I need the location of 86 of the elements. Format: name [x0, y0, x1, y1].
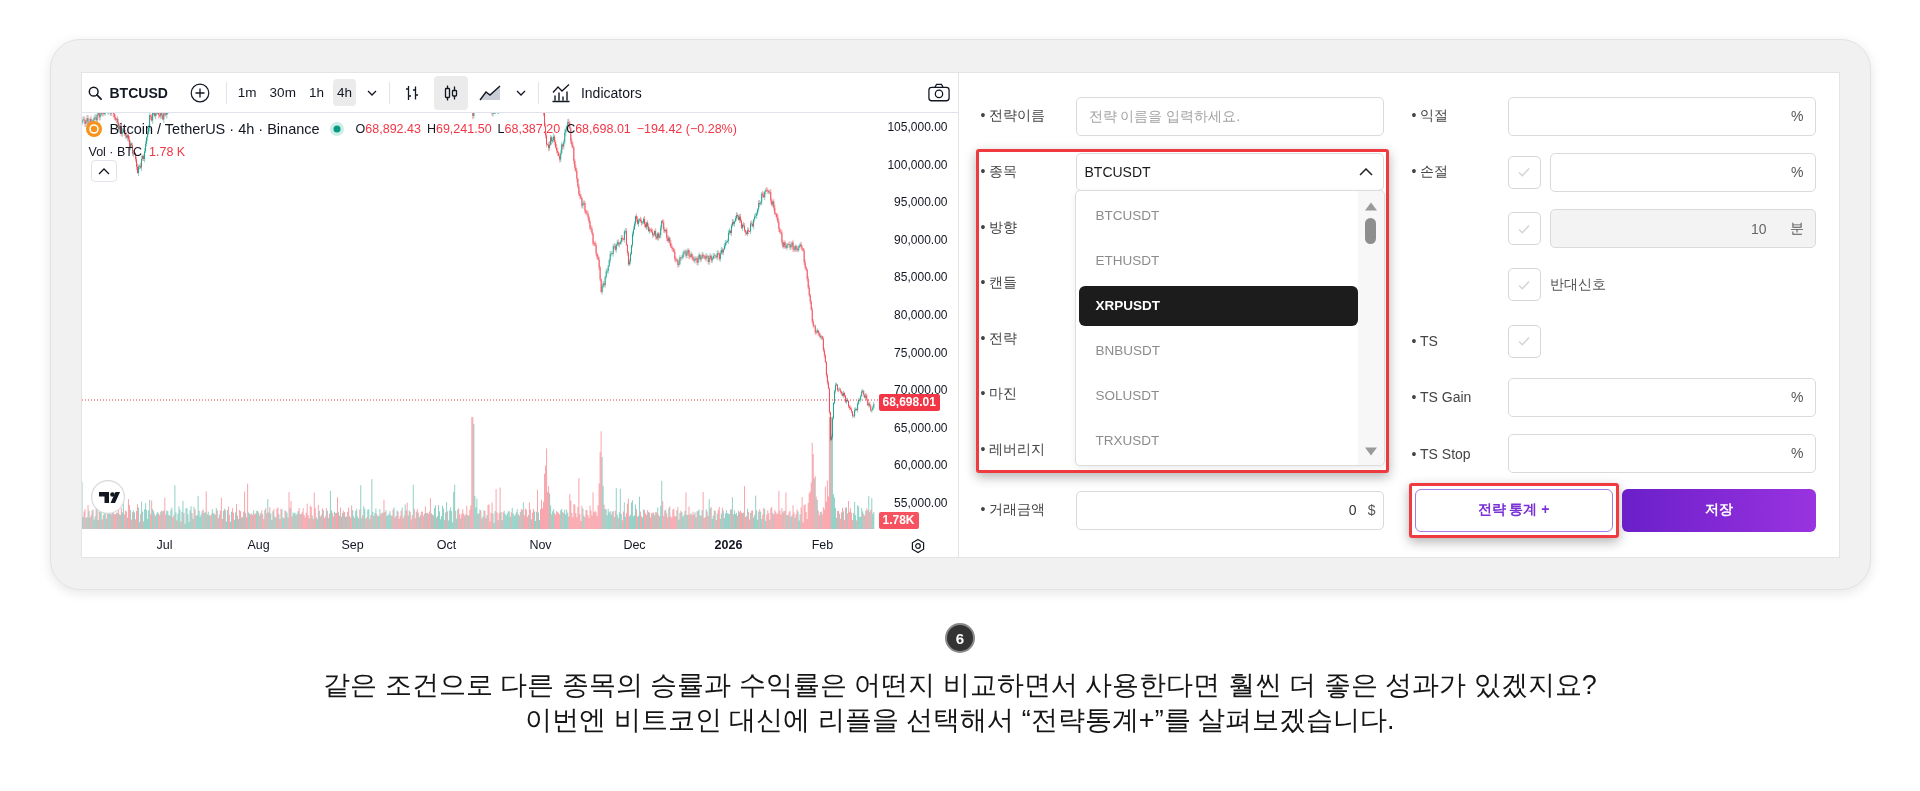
field-label: • TS Gain [1411, 389, 1473, 406]
field-label: • 전략이름 [980, 107, 1047, 125]
scrollbar-thumb[interactable] [1365, 218, 1376, 245]
area-chart-icon [478, 84, 501, 101]
dropdown-option[interactable]: BNBUSDT [1078, 328, 1358, 374]
timeframe-button[interactable]: 1m [233, 79, 261, 106]
chevron-up-icon [97, 167, 110, 175]
coin-icon [85, 121, 102, 137]
field-label: • TS Stop [1411, 445, 1472, 462]
bar-chart-icon [550, 82, 571, 103]
strategy-stats-button[interactable]: 전략 통계 + [1414, 488, 1613, 532]
timeframe-button[interactable]: 4h [332, 79, 356, 106]
volume-value: 1.78 K [149, 144, 186, 159]
price-axis-label: 95,000.00 [894, 194, 948, 211]
field-label: • 캔들 [980, 274, 1019, 293]
step-badge: 6 [945, 623, 975, 653]
price-change: −194.42 (−0.28%) [636, 122, 737, 136]
unit-label: $ [1367, 500, 1376, 520]
price-axis-label: 90,000.00 [894, 231, 948, 248]
field-label: • 종목 [980, 163, 1019, 182]
time-axis-label: Sep [340, 537, 365, 554]
scrollbar[interactable] [1357, 191, 1384, 466]
chart-type-button[interactable] [433, 75, 468, 110]
save-button[interactable]: 저장 [1621, 488, 1816, 532]
price-axis-label: 80,000.00 [894, 306, 948, 323]
ohlc-value: O68,892.43 [355, 122, 421, 136]
text-input[interactable]: 전략 이름을 입력하세요. [1075, 96, 1384, 136]
settings-icon[interactable] [909, 537, 926, 554]
caret-icon[interactable] [515, 89, 526, 96]
field-label: • 손절 [1411, 163, 1450, 182]
unit-label: % [1791, 162, 1804, 182]
input-field[interactable] [1507, 434, 1816, 474]
dropdown-option[interactable]: SOLUSDT [1078, 373, 1358, 419]
status-dot-icon [329, 122, 344, 136]
field-label: • 익절 [1411, 107, 1450, 125]
price-axis-label: 75,000.00 [894, 344, 948, 361]
input-field[interactable] [1507, 96, 1816, 136]
triangle-down-icon [1363, 447, 1378, 457]
checkbox-label: 반대신호 [1549, 275, 1606, 294]
camera-icon[interactable] [927, 83, 950, 102]
time-axis-label: Feb [810, 537, 835, 554]
timeframe-button[interactable]: 30m [265, 79, 300, 106]
collapse-button[interactable] [90, 160, 117, 182]
checkbox[interactable] [1507, 155, 1541, 189]
price-axis-label: 55,000.00 [894, 494, 948, 511]
caret-icon[interactable] [366, 89, 377, 96]
unit-label: % [1791, 444, 1804, 464]
caption-text: 같은 조건으로 다른 종목의 승률과 수익률은 어떤지 비교하면서 사용한다면 훨씬 더 좋은 성과가 있겠지요? [323, 669, 1597, 702]
price-axis-label: 100,000.00 [887, 156, 948, 173]
price-axis-label: 65,000.00 [894, 419, 948, 436]
time-axis-label: 2026 [713, 537, 744, 554]
logo-icon [90, 480, 125, 514]
search-icon [87, 85, 102, 100]
unit-label: % [1791, 106, 1804, 126]
price-axis-label: 85,000.00 [894, 269, 948, 286]
time-axis-label: Dec [622, 537, 647, 554]
volume-tag: 1.78K [878, 512, 919, 529]
field-label: • 마진 [980, 385, 1019, 404]
field-label: • TS [1411, 333, 1439, 350]
time-axis-label: Oct [435, 537, 458, 554]
time-axis-label: Aug [246, 537, 271, 554]
field-label: • 레버리지 [980, 440, 1047, 459]
dropdown-option[interactable]: XRPUSDT [1078, 285, 1358, 326]
triangle-up-icon [1363, 202, 1378, 212]
unit-label: % [1791, 388, 1804, 407]
price-axis-label: 105,000.00 [887, 119, 948, 135]
unit-label: 분 [1789, 219, 1804, 239]
price-axis-label: 60,000.00 [894, 457, 948, 474]
plus-circle-icon[interactable] [189, 82, 210, 103]
time-axis-label: Nov [528, 537, 553, 554]
symbol-select[interactable]: BTCUSDT [1075, 153, 1384, 192]
caption-text: 이번엔 비트코인 대신에 리플을 선택해서 “전략통계+”를 살펴보겠습니다. [525, 704, 1395, 737]
time-axis-label: Jul [155, 537, 174, 554]
timeframe-button[interactable]: 1h [304, 79, 328, 106]
field-label: • 방향 [980, 218, 1019, 237]
indicators-button[interactable]: Indicators [550, 82, 642, 103]
input-field[interactable] [1507, 378, 1816, 417]
chevron-up-icon [1358, 168, 1373, 177]
symbol-search-button[interactable]: BTCUSD [84, 77, 172, 108]
checkbox[interactable] [1507, 268, 1541, 302]
field-label: • 거래금액 [980, 501, 1047, 520]
checkbox[interactable] [1507, 324, 1541, 358]
last-price-tag: 68,698.01 [878, 394, 940, 411]
ohlc-value: H69,241.50 [426, 122, 492, 136]
field-label: • 전략 [980, 329, 1019, 348]
input-field[interactable] [1549, 152, 1816, 192]
